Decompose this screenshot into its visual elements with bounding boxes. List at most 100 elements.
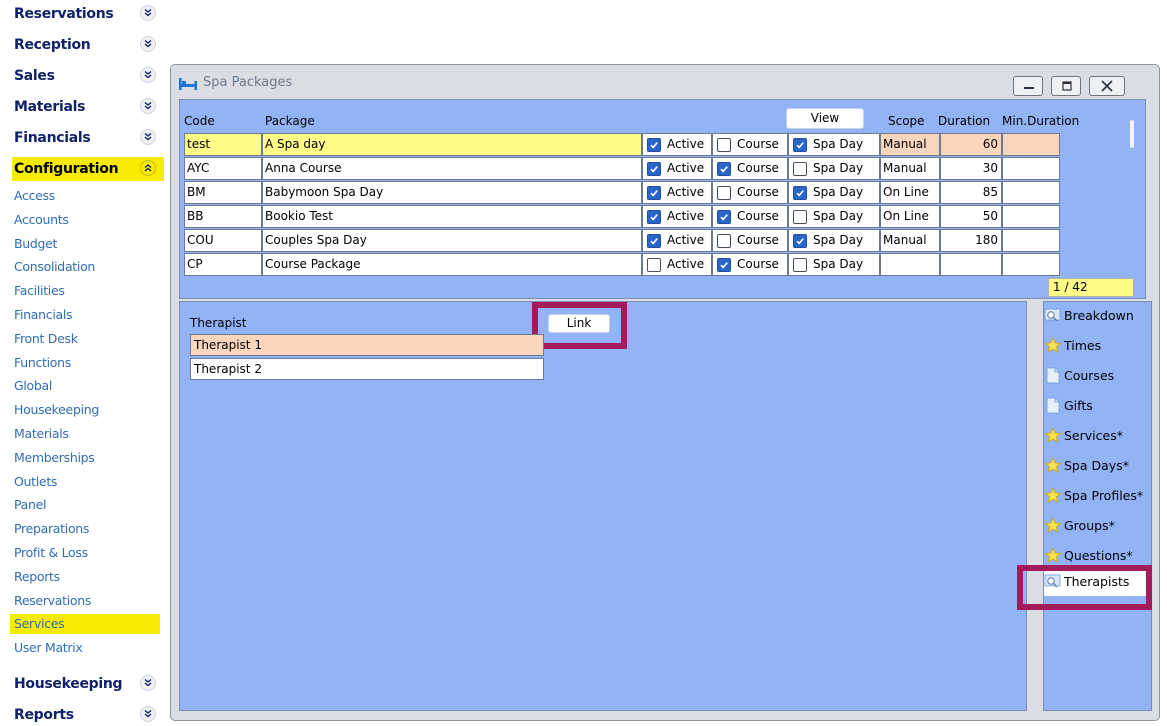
cell-spa-day[interactable]: Spa Day <box>788 157 880 180</box>
cell-duration[interactable] <box>940 253 1002 276</box>
course-checkbox[interactable] <box>717 186 731 200</box>
sidebar-item-panel[interactable]: Panel <box>14 497 47 512</box>
spa-day-checkbox[interactable] <box>793 162 807 176</box>
spa-day-checkbox[interactable] <box>793 258 807 272</box>
sidebar-section-reservations[interactable]: Reservations <box>0 0 168 30</box>
cell-active[interactable]: Active <box>642 229 712 252</box>
chevron-down-icon[interactable] <box>140 36 156 52</box>
sidebar-item-preparations[interactable]: Preparations <box>14 521 89 536</box>
cell-package[interactable]: Bookio Test <box>262 205 642 228</box>
sidebar-item-front-desk[interactable]: Front Desk <box>14 331 78 346</box>
sidebar-section-sales[interactable]: Sales <box>0 62 168 92</box>
grid-scrollbar[interactable] <box>1130 120 1134 148</box>
course-checkbox[interactable] <box>717 138 731 152</box>
cell-package[interactable]: Couples Spa Day <box>262 229 642 252</box>
view-button[interactable]: View <box>786 108 864 129</box>
sidebar-item-reports[interactable]: Reports <box>14 569 60 584</box>
cell-scope[interactable]: On Line <box>880 181 940 204</box>
cell-active[interactable]: Active <box>642 205 712 228</box>
cell-code[interactable]: AYC <box>184 157 262 180</box>
spa-day-checkbox[interactable] <box>793 186 807 200</box>
sidebar-item-access[interactable]: Access <box>14 188 55 203</box>
sidebar-section-housekeeping[interactable]: Housekeeping <box>0 670 168 700</box>
chevron-down-icon[interactable] <box>140 98 156 114</box>
cell-package[interactable]: A Spa day <box>262 133 642 156</box>
tab-times[interactable]: Times <box>1044 332 1152 360</box>
cell-spa-day[interactable]: Spa Day <box>788 253 880 276</box>
spa-day-checkbox[interactable] <box>793 234 807 248</box>
cell-min-duration[interactable] <box>1002 133 1060 156</box>
chevron-down-icon[interactable] <box>140 5 156 21</box>
tab-spa-days[interactable]: Spa Days* <box>1044 452 1152 480</box>
table-row[interactable]: CP Course Package Active Course Spa Day <box>184 253 1167 276</box>
sidebar-item-consolidation[interactable]: Consolidation <box>14 259 95 274</box>
active-checkbox[interactable] <box>647 138 661 152</box>
cell-duration[interactable]: 50 <box>940 205 1002 228</box>
cell-duration[interactable]: 60 <box>940 133 1002 156</box>
sidebar-item-housekeeping[interactable]: Housekeeping <box>14 402 99 417</box>
cell-scope[interactable]: Manual <box>880 133 940 156</box>
sidebar-item-services[interactable]: Services <box>10 614 160 635</box>
chevron-up-icon[interactable] <box>140 160 156 176</box>
tab-gifts[interactable]: Gifts <box>1044 392 1152 420</box>
cell-active[interactable]: Active <box>642 181 712 204</box>
cell-package[interactable]: Anna Course <box>262 157 642 180</box>
cell-min-duration[interactable] <box>1002 229 1060 252</box>
table-row[interactable]: BM Babymoon Spa Day Active Course Spa Day On … <box>184 181 1167 204</box>
spa-day-checkbox[interactable] <box>793 210 807 224</box>
cell-duration[interactable]: 85 <box>940 181 1002 204</box>
tab-services[interactable]: Services* <box>1044 422 1152 450</box>
active-checkbox[interactable] <box>647 258 661 272</box>
cell-spa-day[interactable]: Spa Day <box>788 205 880 228</box>
tab-courses[interactable]: Courses <box>1044 362 1152 390</box>
tab-spa-profiles[interactable]: Spa Profiles* <box>1044 482 1152 510</box>
tab-groups[interactable]: Groups* <box>1044 512 1152 540</box>
cell-package[interactable]: Babymoon Spa Day <box>262 181 642 204</box>
cell-spa-day[interactable]: Spa Day <box>788 229 880 252</box>
tab-breakdown[interactable]: Breakdown <box>1044 302 1152 330</box>
sidebar-item-accounts[interactable]: Accounts <box>14 212 69 227</box>
cell-min-duration[interactable] <box>1002 157 1060 180</box>
sidebar-item-materials[interactable]: Materials <box>14 426 69 441</box>
sidebar-item-global[interactable]: Global <box>14 378 52 393</box>
window-titlebar[interactable]: Spa Packages <box>171 65 1159 99</box>
cell-active[interactable]: Active <box>642 133 712 156</box>
restore-button[interactable] <box>1051 76 1081 96</box>
sidebar-item-budget[interactable]: Budget <box>14 236 57 251</box>
sidebar-item-functions[interactable]: Functions <box>14 355 71 370</box>
cell-code[interactable]: CP <box>184 253 262 276</box>
active-checkbox[interactable] <box>647 186 661 200</box>
cell-spa-day[interactable]: Spa Day <box>788 181 880 204</box>
active-checkbox[interactable] <box>647 162 661 176</box>
chevron-down-icon[interactable] <box>140 706 156 722</box>
sidebar-section-reports[interactable]: Reports <box>0 701 168 726</box>
cell-min-duration[interactable] <box>1002 253 1060 276</box>
table-row[interactable]: AYC Anna Course Active Course Spa Day Manual 3… <box>184 157 1167 180</box>
chevron-down-icon[interactable] <box>140 129 156 145</box>
cell-code[interactable]: test <box>184 133 262 156</box>
therapist-row[interactable]: Therapist 1 <box>190 334 544 356</box>
therapist-row[interactable]: Therapist 2 <box>190 358 544 380</box>
course-checkbox[interactable] <box>717 210 731 224</box>
cell-course[interactable]: Course <box>712 181 788 204</box>
course-checkbox[interactable] <box>717 162 731 176</box>
cell-scope[interactable]: Manual <box>880 229 940 252</box>
sidebar-item-facilities[interactable]: Facilities <box>14 283 65 298</box>
sidebar-item-profit-loss[interactable]: Profit & Loss <box>14 545 88 560</box>
cell-code[interactable]: BM <box>184 181 262 204</box>
sidebar-section-financials[interactable]: Financials <box>0 124 168 154</box>
cell-course[interactable]: Course <box>712 229 788 252</box>
close-button[interactable] <box>1089 76 1125 96</box>
cell-active[interactable]: Active <box>642 157 712 180</box>
cell-course[interactable]: Course <box>712 133 788 156</box>
cell-course[interactable]: Course <box>712 253 788 276</box>
course-checkbox[interactable] <box>717 258 731 272</box>
cell-duration[interactable]: 30 <box>940 157 1002 180</box>
cell-code[interactable]: BB <box>184 205 262 228</box>
cell-course[interactable]: Course <box>712 205 788 228</box>
table-row[interactable]: BB Bookio Test Active Course Spa Day On Line 5… <box>184 205 1167 228</box>
sidebar-section-materials[interactable]: Materials <box>0 93 168 123</box>
cell-scope[interactable] <box>880 253 940 276</box>
cell-min-duration[interactable] <box>1002 181 1060 204</box>
table-row[interactable]: test A Spa day Active Course Spa Day Manual 60 <box>184 133 1167 156</box>
